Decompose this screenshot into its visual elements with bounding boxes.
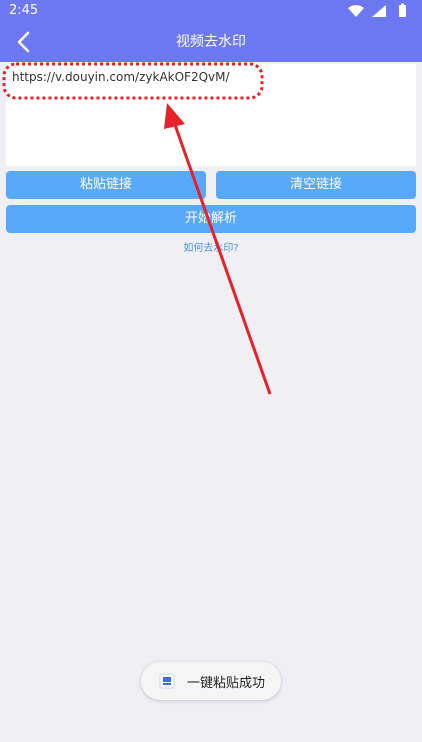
status-bar: 2:45 [0,0,422,22]
clear-link-button[interactable]: 清空链接 [216,171,416,199]
app-icon [159,673,175,689]
page-title: 视频去水印 [176,34,246,50]
help-link[interactable]: 如何去水印? [0,239,422,254]
wifi-icon [348,5,364,17]
app-bar: 视频去水印 [0,22,422,62]
battery-icon [399,5,406,17]
paste-link-button[interactable]: 粘贴链接 [6,171,206,199]
start-parse-button[interactable]: 开始解析 [6,205,416,233]
toast-message: 一键粘贴成功 [187,675,266,691]
toast: 一键粘贴成功 [141,662,281,700]
status-icons [348,3,406,17]
link-input[interactable]: https://v.douyin.com/zykAkOF2QvM/ [6,64,416,166]
signal-icon [372,5,386,17]
status-time: 2:45 [9,3,39,18]
